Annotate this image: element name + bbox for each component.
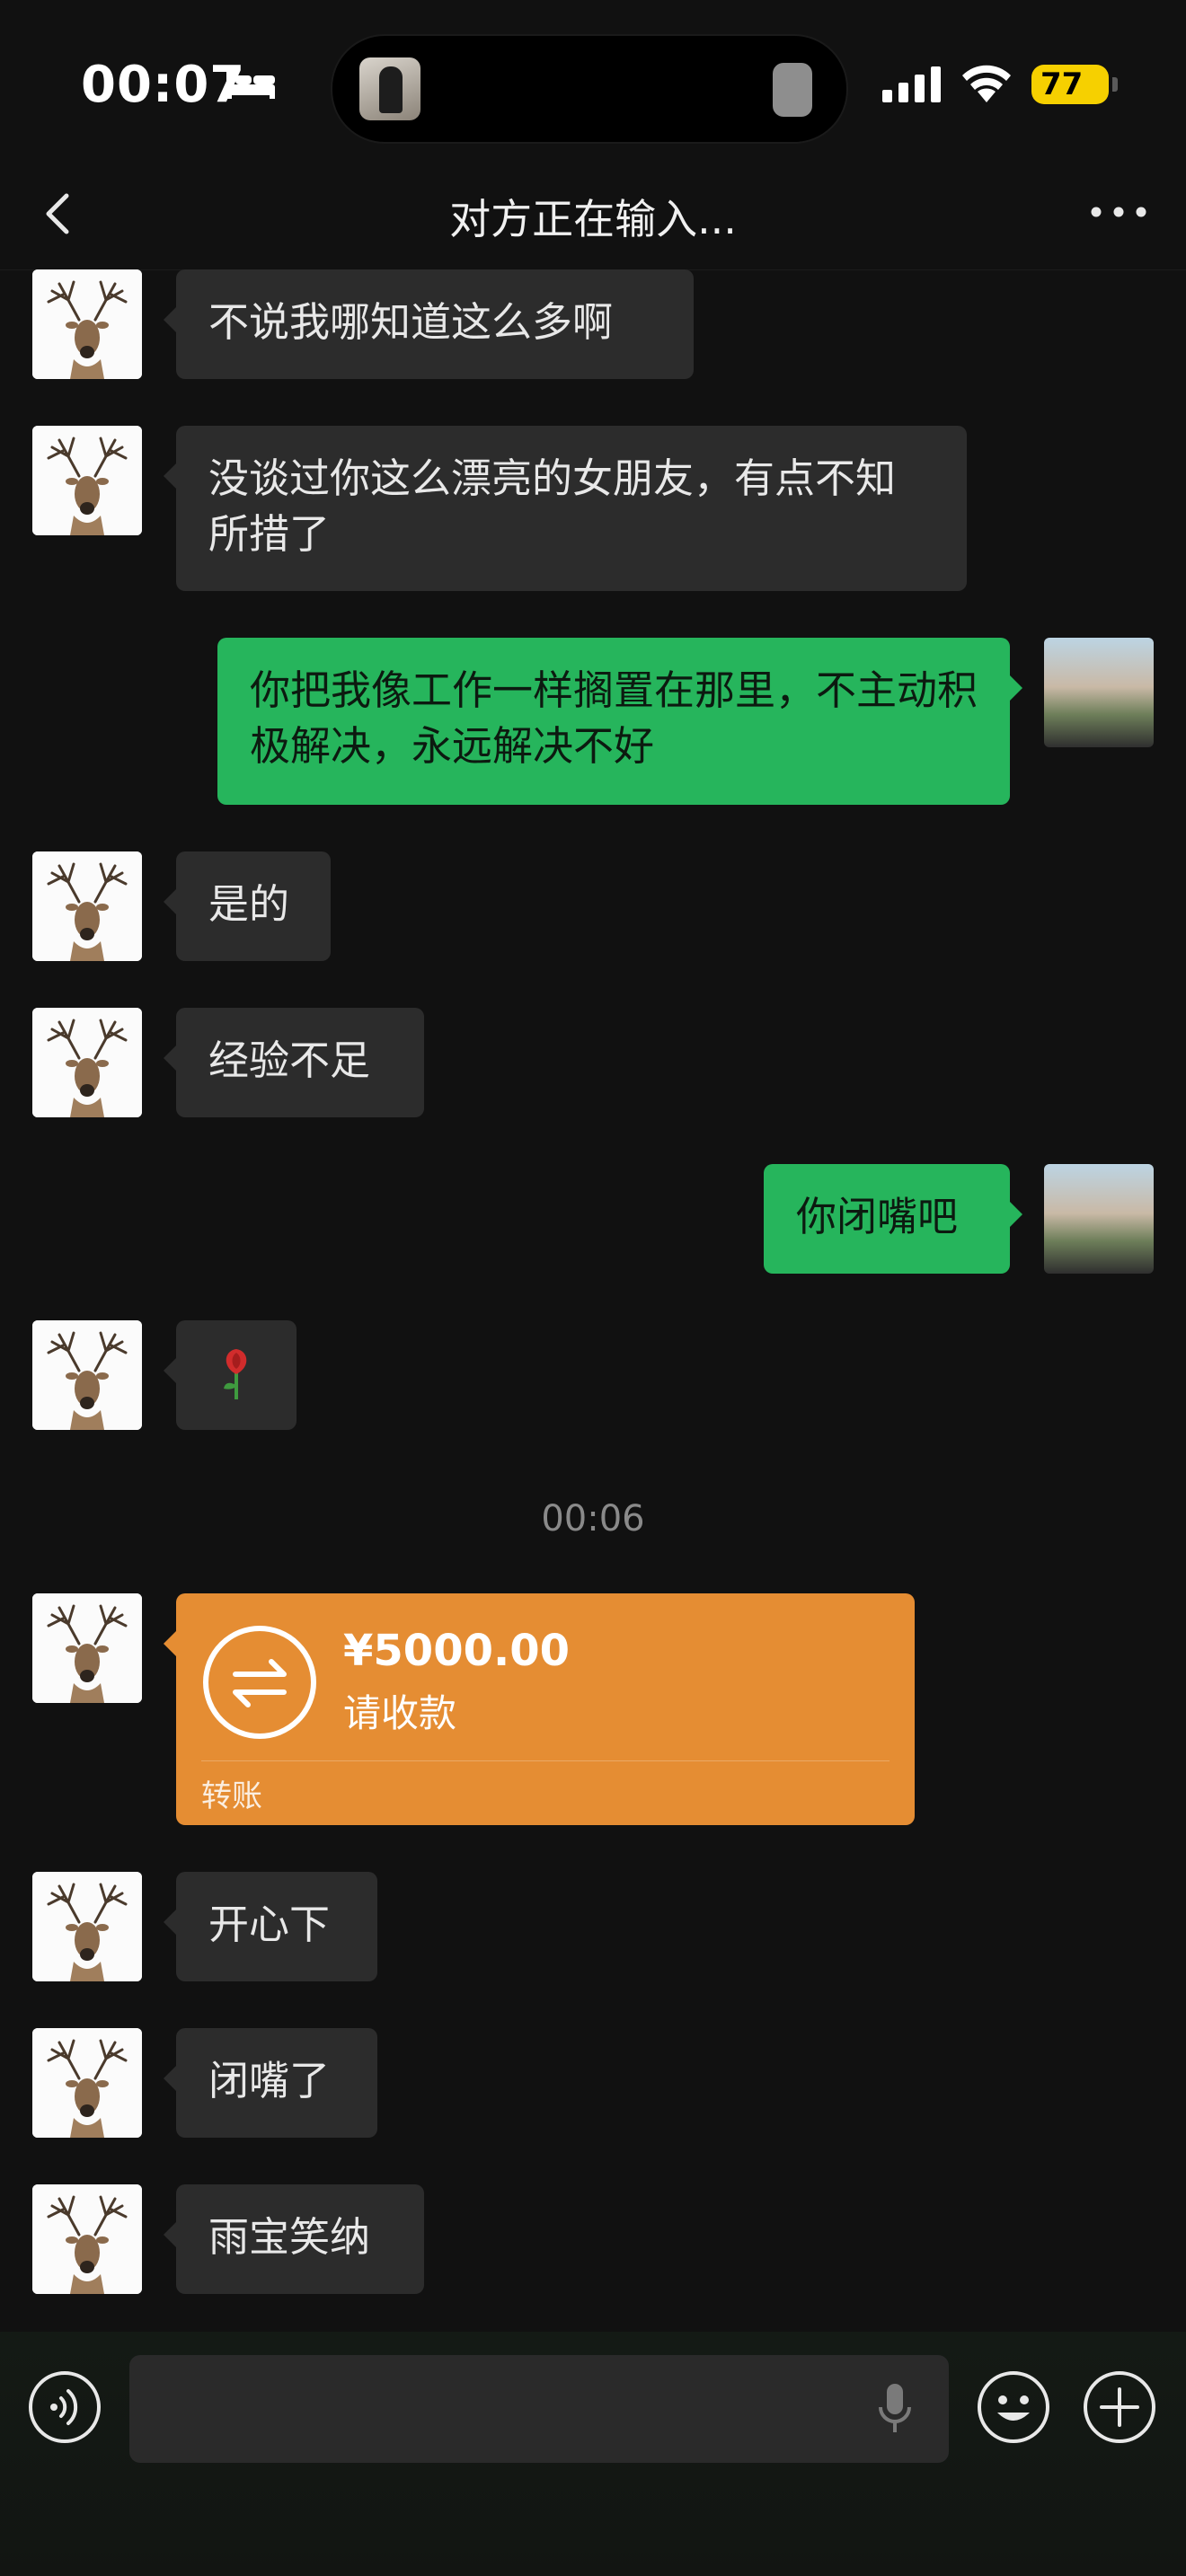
battery-level: 77 — [1031, 65, 1109, 104]
incoming-message[interactable]: 经验不足 — [164, 1008, 424, 1117]
mic-icon[interactable] — [877, 2382, 913, 2436]
input-bar — [0, 2332, 1186, 2576]
battery-tip — [1112, 77, 1118, 92]
status-bar: 00:07 77 — [0, 0, 1186, 162]
contact-avatar[interactable] — [32, 851, 142, 961]
voice-icon[interactable] — [27, 2369, 102, 2445]
rose-icon — [224, 1349, 247, 1399]
incoming-message[interactable]: 闭嘴了 — [164, 2028, 377, 2138]
incoming-message[interactable]: 雨宝笑纳 — [164, 2184, 424, 2294]
transfer-divider — [201, 1760, 890, 1761]
transfer-icon — [203, 1626, 316, 1739]
transfer-label: 转账 — [201, 1778, 262, 1814]
message-input[interactable] — [129, 2355, 949, 2463]
message-timestamp: 00:06 — [541, 1498, 645, 1539]
dynamic-island[interactable] — [331, 34, 848, 144]
wifi-icon — [962, 65, 1011, 102]
contact-avatar[interactable] — [32, 2028, 142, 2138]
contact-avatar[interactable] — [32, 2184, 142, 2294]
my-avatar[interactable] — [1044, 1164, 1154, 1274]
chat-header: 对方正在输入... — [0, 162, 1186, 270]
outgoing-message[interactable]: 你把我像工作一样搁置在那里，不主动积极解决，永远解决不好 — [217, 638, 1022, 805]
contact-avatar[interactable] — [32, 1593, 142, 1703]
now-playing-thumbnail — [359, 57, 420, 120]
contact-avatar[interactable] — [32, 426, 142, 535]
incoming-message[interactable]: 🌹 — [164, 1320, 296, 1430]
transfer-card[interactable]: ¥5000.00 请收款 转账 — [164, 1593, 915, 1825]
my-avatar[interactable] — [1044, 638, 1154, 747]
incoming-message[interactable]: 不说我哪知道这么多啊 — [164, 269, 694, 379]
more-icon[interactable] — [1087, 194, 1150, 230]
incoming-message[interactable]: 没谈过你这么漂亮的女朋友，有点不知所措了 — [164, 426, 967, 591]
chat-title: 对方正在输入... — [449, 195, 737, 243]
emoji-icon[interactable] — [976, 2369, 1051, 2445]
sleep-icon — [226, 72, 275, 99]
cellular-signal-icon — [882, 66, 941, 102]
plus-icon[interactable] — [1082, 2369, 1157, 2445]
homepod-icon — [773, 63, 812, 117]
contact-avatar[interactable] — [32, 1008, 142, 1117]
transfer-description: 请收款 — [343, 1691, 457, 1735]
contact-avatar[interactable] — [32, 1872, 142, 1981]
outgoing-message[interactable]: 你闭嘴吧 — [764, 1164, 1022, 1274]
incoming-message[interactable]: 开心下 — [164, 1872, 377, 1981]
contact-avatar[interactable] — [32, 269, 142, 379]
contact-avatar[interactable] — [32, 1320, 142, 1430]
status-time: 00:07 — [81, 56, 246, 114]
incoming-message[interactable]: 是的 — [164, 851, 331, 961]
transfer-amount: ¥5000.00 — [343, 1626, 571, 1676]
